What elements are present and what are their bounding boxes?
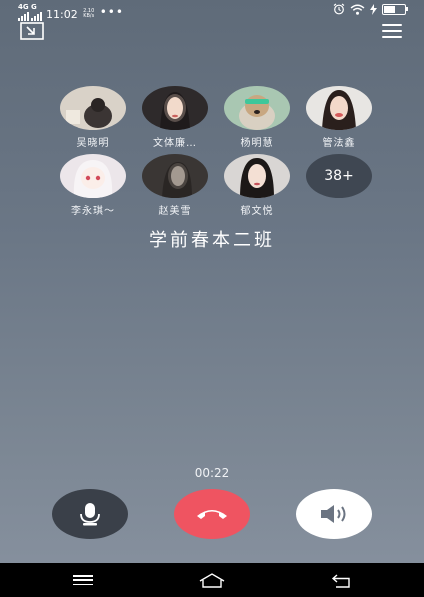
participant[interactable]: 赵美雪: [134, 154, 216, 217]
signal-bars-icon: [18, 12, 29, 21]
system-nav-bar: [0, 563, 424, 597]
avatar: [60, 86, 126, 130]
alarm-icon: [333, 3, 345, 15]
speaker-button[interactable]: [296, 489, 372, 539]
cellular-signal: 4G G: [18, 4, 42, 24]
network-speed: 2.10 KB/s: [83, 8, 95, 19]
participant[interactable]: 杨明慧: [216, 86, 298, 149]
participant[interactable]: 文体廉…: [134, 86, 216, 149]
hang-up-button[interactable]: [174, 489, 250, 539]
participant-name: 管法鑫: [322, 138, 356, 149]
call-timer: 00:22: [194, 466, 230, 480]
hang-up-icon: [197, 510, 227, 519]
battery-level: [384, 5, 395, 13]
more-participants[interactable]: 38+: [298, 154, 380, 216]
charging-icon: [370, 3, 377, 15]
network-type: 4G: [18, 3, 29, 11]
participant[interactable]: 郁文悦: [216, 154, 298, 217]
avatar: [142, 86, 208, 130]
participants-grid: 吴晓明 文体廉… 杨明慧 管法鑫 李永琪～ 赵美雪 郁文悦 38+: [52, 86, 372, 217]
recent-apps-icon: [73, 575, 93, 577]
status-left: 4G G 11:02 2.10 KB/s •••: [18, 4, 124, 24]
minimize-button[interactable]: [20, 22, 44, 40]
participant-name: 吴晓明: [76, 138, 110, 149]
clock: 11:02: [46, 7, 78, 21]
participant-name: 李永琪～: [71, 206, 115, 217]
menu-button[interactable]: [382, 24, 402, 38]
participant-name: 赵美雪: [158, 206, 192, 217]
battery-icon: [382, 3, 408, 15]
participant-name: 文体廉…: [153, 138, 197, 149]
participant[interactable]: 李永琪～: [52, 154, 134, 217]
speaker-icon: [321, 505, 346, 523]
wifi-icon: [350, 4, 365, 15]
home-icon: [199, 573, 225, 588]
participant[interactable]: 管法鑫: [298, 86, 380, 149]
back-icon: [331, 574, 350, 588]
avatar: [142, 154, 208, 198]
hamburger-menu-icon: [382, 24, 402, 26]
status-bar: 4G G 11:02 2.10 KB/s •••: [0, 0, 424, 21]
participant-name: 郁文悦: [240, 206, 274, 217]
more-participants-badge[interactable]: 38+: [306, 154, 372, 198]
participant-name: 杨明慧: [240, 138, 274, 149]
participant[interactable]: 吴晓明: [52, 86, 134, 149]
avatar: [224, 154, 290, 198]
signal-bars-2-icon: [31, 12, 42, 21]
back-button[interactable]: [331, 573, 351, 588]
avatar: [306, 86, 372, 130]
network-sub-type: G: [31, 3, 37, 11]
status-right: [333, 3, 408, 15]
minimize-window-icon: [20, 22, 44, 40]
mute-button[interactable]: [52, 489, 128, 539]
microphone-icon: [80, 503, 100, 526]
avatar: [224, 86, 290, 130]
group-name: 学前春本二班: [149, 230, 275, 251]
recent-apps-button[interactable]: [73, 575, 93, 585]
home-button[interactable]: [198, 572, 226, 588]
avatar: [60, 154, 126, 198]
more-notifications-icon: •••: [99, 5, 124, 19]
